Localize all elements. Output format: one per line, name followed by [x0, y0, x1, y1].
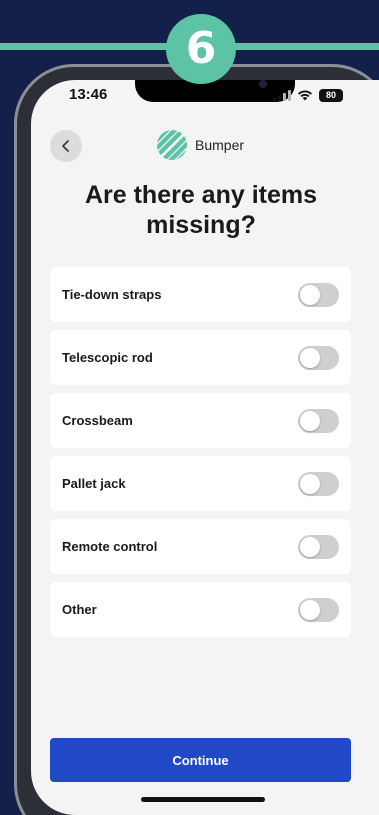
toggle-knob: [300, 536, 320, 557]
list-item: Tie-down straps: [50, 267, 351, 322]
item-label: Crossbeam: [62, 413, 133, 428]
item-label: Remote control: [62, 539, 158, 554]
list-item: Other: [50, 582, 351, 637]
bumper-logo-icon: [157, 130, 187, 160]
page-title: Are there any items missing?: [84, 181, 318, 239]
toggle-knob: [300, 473, 320, 494]
list-item: Pallet jack: [50, 456, 351, 511]
camera-icon: [259, 80, 267, 88]
toggle-knob: [300, 284, 320, 305]
wifi-icon: [298, 90, 312, 101]
signal-icon: [273, 89, 291, 101]
toggle-knob: [300, 347, 320, 368]
toggle-knob: [300, 410, 320, 431]
item-label: Other: [62, 602, 97, 617]
chevron-left-icon: [62, 140, 69, 152]
item-label: Pallet jack: [62, 476, 126, 491]
back-button[interactable]: [50, 130, 82, 162]
toggle-switch[interactable]: [298, 471, 339, 496]
toggle-switch[interactable]: [298, 345, 339, 370]
status-icons: 80: [273, 88, 343, 102]
toggle-knob: [300, 599, 320, 620]
toggle-switch[interactable]: [298, 408, 339, 433]
toggle-switch[interactable]: [298, 597, 339, 622]
item-label: Tie-down straps: [62, 287, 162, 302]
toggle-switch[interactable]: [298, 534, 339, 559]
item-list: Tie-down straps Telescopic rod Crossbeam…: [50, 267, 351, 645]
toggle-switch[interactable]: [298, 282, 339, 307]
home-indicator: [141, 797, 265, 802]
continue-button[interactable]: Continue: [50, 738, 351, 782]
status-time: 13:46: [69, 86, 108, 103]
step-number-badge: 6: [166, 14, 236, 84]
list-item: Crossbeam: [50, 393, 351, 448]
list-item: Telescopic rod: [50, 330, 351, 385]
list-item: Remote control: [50, 519, 351, 574]
brand-name: Bumper: [195, 137, 245, 153]
battery-icon: 80: [319, 88, 343, 102]
item-label: Telescopic rod: [62, 350, 153, 365]
notch: [135, 80, 295, 102]
phone-screen: 13:46 80 Bumper Are there any items miss…: [31, 80, 379, 815]
